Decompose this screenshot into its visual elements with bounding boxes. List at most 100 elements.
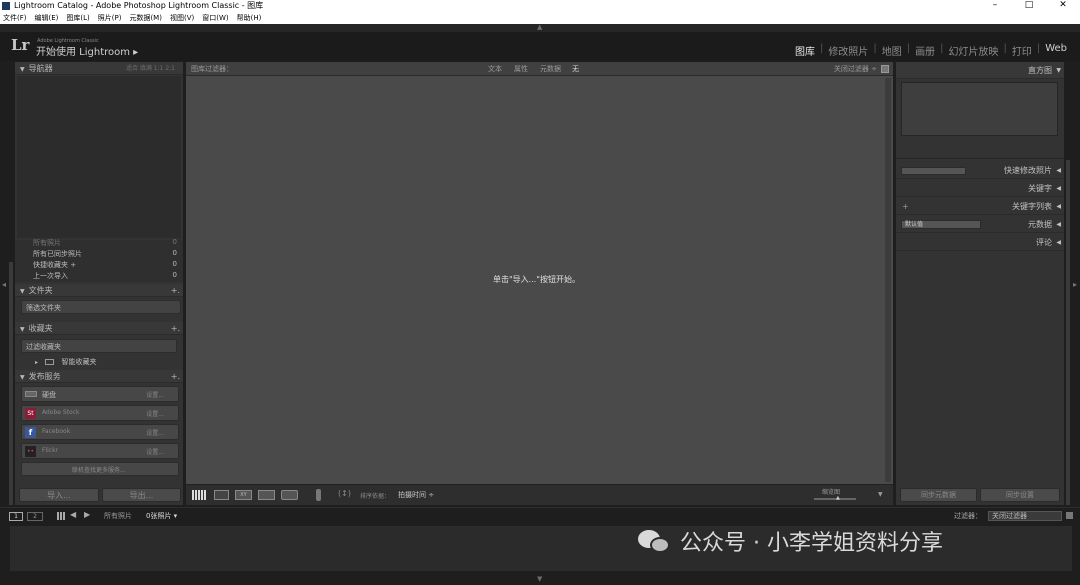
menu-help[interactable]: 帮助(H) [237, 13, 262, 23]
module-web[interactable]: Web [1040, 43, 1072, 58]
publish-service-hard-drive[interactable]: 硬盘 设置... [21, 386, 179, 402]
smart-collection-folder-icon [45, 359, 55, 365]
getting-started-link[interactable]: 开始使用 Lightroom ▸ [36, 43, 138, 58]
lock-icon[interactable] [881, 65, 889, 73]
facebook-icon: f [25, 427, 36, 438]
filmstrip-source[interactable]: 所有照片 [104, 511, 132, 521]
left-panel-scrollbar[interactable] [9, 262, 13, 505]
painter-spray-icon[interactable] [316, 489, 321, 501]
collection-filter-field[interactable]: 过滤收藏夹 [21, 339, 177, 353]
thumbnail-size-slider[interactable] [814, 498, 856, 500]
catalog-row[interactable]: 上一次导入 0 [33, 271, 177, 281]
menu-window[interactable]: 窗口(W) [202, 13, 228, 23]
grid-shortcut-icon[interactable] [57, 512, 65, 520]
people-view-icon[interactable] [281, 490, 298, 500]
histogram-header[interactable]: 直方图 ▼ [896, 62, 1064, 79]
add-publish-service-button[interactable]: +. [171, 370, 180, 383]
filmstrip-filter-dropdown[interactable]: 关闭过滤器 [988, 511, 1062, 521]
compare-view-icon[interactable]: XY [235, 490, 252, 500]
survey-view-icon[interactable] [258, 490, 275, 500]
collections-header[interactable]: ▼ 收藏夹 +. [15, 322, 183, 335]
filter-lock-icon[interactable] [1066, 512, 1073, 519]
folders-title: 文件夹 [28, 286, 53, 295]
menu-library[interactable]: 图库(L) [66, 13, 89, 23]
add-folder-button[interactable]: +. [171, 284, 180, 297]
loupe-view-icon[interactable] [214, 490, 229, 500]
filter-metadata-option[interactable]: 元数据 [540, 62, 561, 76]
catalog-row-label: 所有已同步照片 [33, 250, 82, 258]
import-button[interactable]: 导入... [19, 488, 99, 502]
collapse-left-arrow-icon[interactable]: ◂ [2, 280, 8, 289]
module-print[interactable]: 打印 [1007, 43, 1037, 58]
metadata-header[interactable]: 默认值 元数据 ◀ [896, 216, 1064, 233]
menu-photo[interactable]: 照片(P) [98, 13, 122, 23]
navigator-zoom-options[interactable]: 适合 填满 1:1 2:1 [126, 62, 175, 75]
comments-header[interactable]: 评论 ◀ [896, 234, 1064, 251]
grid-view[interactable]: 单击"导入..."按钮开始。 [188, 78, 885, 482]
quick-develop-preset-dropdown[interactable] [901, 167, 966, 175]
catalog-row-count: 0 [172, 238, 177, 246]
minimize-button[interactable]: – [978, 0, 1012, 12]
collapse-bottom-arrow-icon[interactable]: ▼ [537, 575, 542, 583]
title-bar: Lightroom Catalog - Adobe Photoshop Ligh… [0, 0, 1080, 12]
publish-service-facebook[interactable]: f Facebook 设置... [21, 424, 179, 440]
import-hint-message: 单击"导入..."按钮开始。 [493, 275, 580, 284]
top-panel-toggle-strip[interactable]: ▲ [0, 23, 1080, 32]
navigator-header[interactable]: ▼ 导航器 适合 填满 1:1 2:1 [15, 62, 183, 75]
metadata-preset-dropdown[interactable]: 默认值 [901, 220, 981, 229]
catalog-row[interactable]: 快捷收藏夹 + 0 [33, 260, 177, 270]
navigator-preview[interactable] [17, 76, 181, 238]
module-develop[interactable]: 修改照片 [823, 43, 873, 58]
menu-metadata[interactable]: 元数据(M) [129, 13, 162, 23]
right-panel-scrollbar[interactable] [1066, 160, 1070, 505]
publish-service-setup-button[interactable]: 设置... [146, 447, 164, 456]
menu-edit[interactable]: 编辑(E) [35, 13, 59, 23]
sort-dropdown[interactable]: 拍摄时间 ÷ [398, 490, 434, 500]
menu-file[interactable]: 文件(F) [3, 13, 27, 23]
slider-thumb-icon[interactable]: ▲ [836, 495, 840, 501]
sync-metadata-button[interactable]: 同步元数据 [900, 488, 977, 502]
find-more-services-button[interactable]: 联机查找更多服务... [21, 462, 179, 476]
back-arrow-icon[interactable]: ◀ [70, 510, 76, 519]
photo-count[interactable]: 0张照片 ▾ [146, 511, 177, 521]
publish-service-adobe-stock[interactable]: St Adobe Stock 设置... [21, 405, 179, 421]
sync-settings-button[interactable]: 同步设置 [980, 488, 1060, 502]
module-library[interactable]: 图库 [790, 43, 820, 58]
catalog-row[interactable]: 所有照片 0 [33, 238, 177, 248]
grid-scrollbar[interactable] [885, 78, 891, 482]
maximize-button[interactable]: □ [1012, 0, 1046, 12]
folders-header[interactable]: ▼ 文件夹 +. [15, 284, 183, 297]
bottom-panel-toggle-strip[interactable]: ▼ [0, 574, 1080, 585]
secondary-window-button[interactable]: 2 [27, 512, 43, 521]
menu-view[interactable]: 视图(V) [170, 13, 194, 23]
publish-services-header[interactable]: ▼ 发布服务 +. [15, 370, 183, 383]
filter-attribute-option[interactable]: 属性 [514, 62, 528, 76]
toolbar-options-chevron-icon[interactable]: ▼ [878, 491, 883, 498]
publish-service-setup-button[interactable]: 设置... [146, 428, 164, 437]
export-button[interactable]: 导出... [102, 488, 181, 502]
smart-collections-row[interactable]: ▸ 智能收藏夹 [35, 357, 96, 367]
publish-service-setup-button[interactable]: 设置... [146, 390, 164, 399]
module-map[interactable]: 地图 [877, 43, 907, 58]
primary-window-button[interactable]: 1 [9, 512, 23, 521]
add-keyword-plus-icon[interactable]: + [902, 198, 909, 215]
filter-text-option[interactable]: 文本 [488, 62, 502, 76]
folder-filter-field[interactable]: 筛选文件夹 [21, 300, 181, 314]
forward-arrow-icon[interactable]: ▶ [84, 510, 90, 519]
publish-service-flickr[interactable]: •• Flickr 设置... [21, 443, 179, 459]
collapse-triangle-icon: ◀ [1056, 203, 1061, 210]
filter-none-option[interactable]: 无 [572, 62, 579, 76]
add-collection-button[interactable]: +. [171, 322, 180, 335]
catalog-row[interactable]: 所有已同步照片 0 [33, 249, 177, 259]
module-slideshow[interactable]: 幻灯片放映 [943, 43, 1003, 58]
keyword-list-header[interactable]: + 关键字列表 ◀ [896, 198, 1064, 215]
close-button[interactable]: ✕ [1046, 0, 1080, 12]
collapse-right-arrow-icon[interactable]: ▸ [1073, 280, 1079, 289]
keywording-header[interactable]: 关键字 ◀ [896, 180, 1064, 197]
publish-service-setup-button[interactable]: 设置... [146, 409, 164, 418]
grid-view-icon[interactable] [192, 490, 206, 500]
module-book[interactable]: 画册 [910, 43, 940, 58]
collapse-top-arrow-icon[interactable]: ▲ [537, 23, 542, 31]
sort-direction-icon[interactable]: (↕) [338, 489, 351, 498]
filter-preset-dropdown[interactable]: 关闭过滤器 ÷ [834, 62, 877, 76]
